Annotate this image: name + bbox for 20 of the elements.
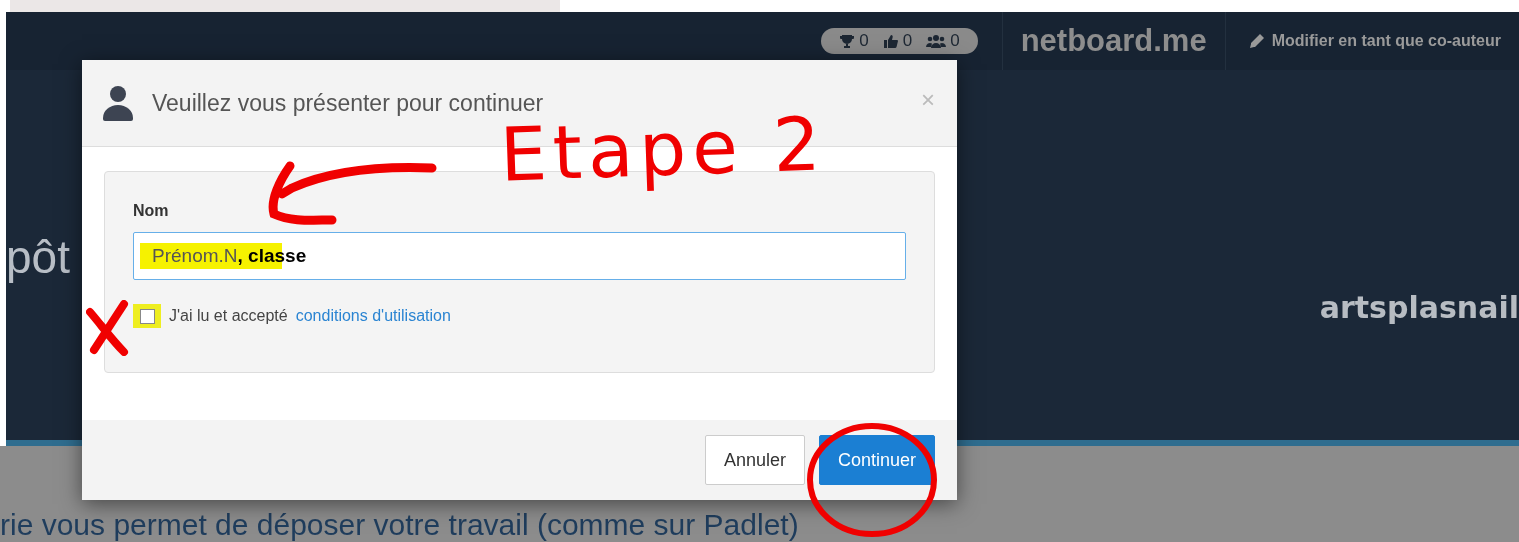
users-icon xyxy=(926,33,947,49)
brand-logo[interactable]: netboard.me xyxy=(1001,12,1226,70)
pencil-icon xyxy=(1247,32,1266,50)
trophy-icon xyxy=(839,33,856,49)
thumbs-up-icon xyxy=(882,33,899,49)
board-title: pôt xyxy=(6,230,70,284)
dialog-title: Veuillez vous présenter pour continuer xyxy=(152,89,544,117)
user-icon xyxy=(102,85,134,121)
board-description: rie vous permet de déposer votre travail (comme sur Padlet) xyxy=(0,508,799,542)
edit-link[interactable]: Modifier en tant que co-auteur xyxy=(1225,12,1519,70)
stat-count: 0 xyxy=(859,31,869,51)
stat-count: 0 xyxy=(950,31,960,51)
handwritten-cross xyxy=(86,300,130,356)
cancel-button[interactable]: Annuler xyxy=(704,435,805,485)
author-name: artsplasnail xyxy=(1319,290,1519,325)
stat-count: 0 xyxy=(902,31,913,51)
field-label: Nom xyxy=(133,202,170,220)
terms-text: J'ai lu et accepté xyxy=(169,307,288,325)
continue-button[interactable]: Continuer xyxy=(818,435,935,485)
terms-link[interactable]: conditions d'utilisation xyxy=(295,307,451,325)
